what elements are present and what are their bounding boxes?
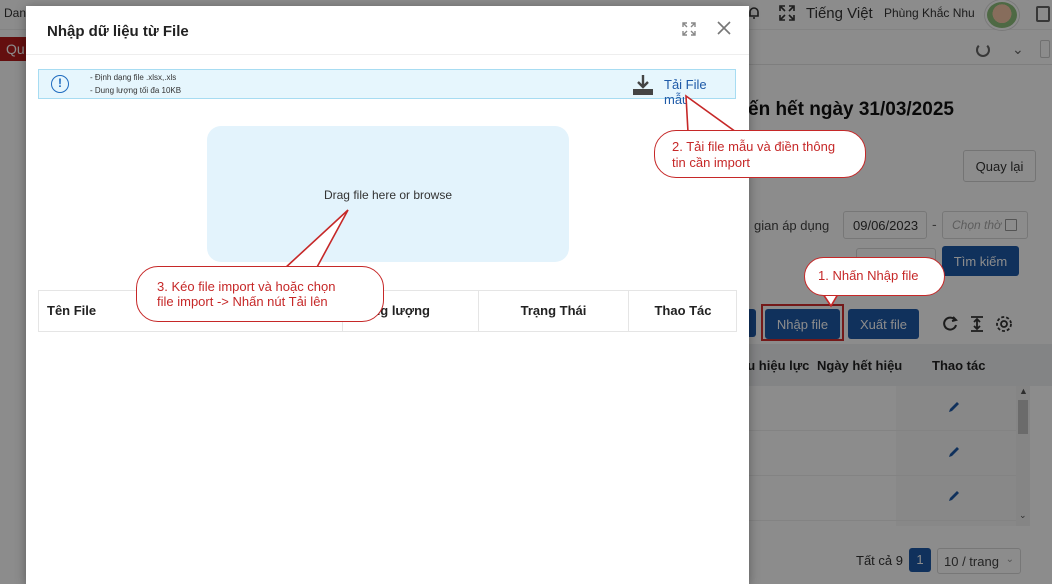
close-icon[interactable] — [716, 20, 732, 36]
callout-step-2-line-2: tin cần import — [672, 155, 751, 170]
maximize-icon[interactable] — [682, 22, 696, 36]
dropzone-text: Drag file here or browse — [323, 188, 453, 202]
import-modal: Nhập dữ liệu từ File ! - Định dạng file … — [26, 6, 749, 584]
modal-title: Nhập dữ liệu từ File — [47, 23, 189, 40]
modal-divider — [26, 54, 749, 55]
callout-step-1: 1. Nhấn Nhập file — [804, 257, 945, 296]
file-dropzone[interactable]: Drag file here or browse — [207, 126, 569, 262]
info-file-format: - Định dạng file .xlsx,.xls — [90, 73, 177, 82]
callout-step-2: 2. Tải file mẫu và điền thông tin cần im… — [654, 130, 866, 178]
callout-step-1-text: 1. Nhấn Nhập file — [818, 268, 919, 283]
table-header-action: Thao Tác — [654, 303, 712, 318]
callout-step-3: 3. Kéo file import và hoặc chọn file imp… — [136, 266, 384, 322]
callout-step-3-line-1: 3. Kéo file import và hoặc chọn — [157, 279, 336, 294]
info-icon: ! — [51, 75, 69, 93]
download-icon[interactable] — [631, 74, 655, 96]
table-header-status: Trạng Thái — [479, 291, 629, 331]
info-max-size: - Dung lượng tối đa 10KB — [90, 86, 182, 95]
download-template-link[interactable]: Tải File mẫu — [664, 77, 735, 107]
info-banner: ! - Định dạng file .xlsx,.xls - Dung lượ… — [38, 69, 736, 107]
callout-step-3-line-2: file import -> Nhấn nút Tải lên — [157, 294, 328, 309]
callout-step-2-line-1: 2. Tải file mẫu và điền thông — [672, 139, 836, 154]
